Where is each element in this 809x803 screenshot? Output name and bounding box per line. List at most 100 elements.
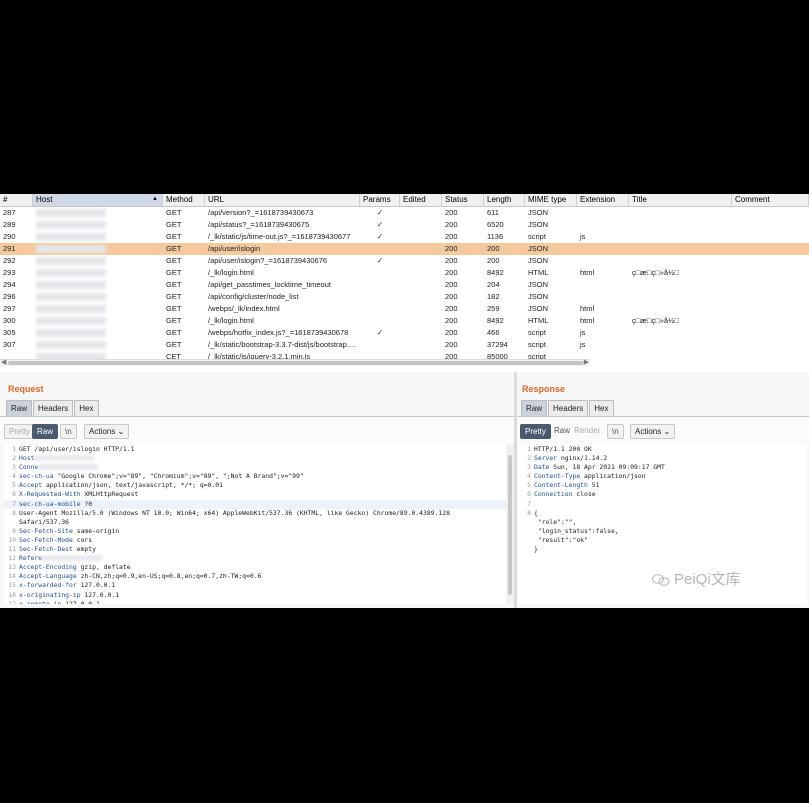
col-header-host[interactable]: Host ▲ [33,194,163,206]
table-row[interactable]: 292 GET/api/user/islogin?_=1618739430676 ✓… [0,255,809,267]
request-title: Request [8,384,44,394]
row-url: /_lk/login.html [208,316,254,325]
line-number: 7 [12,499,16,508]
row-length: 8492 [487,316,504,325]
pretty-button[interactable]: Pretty [4,424,35,439]
line-number: 2 [527,454,531,463]
row-mime-type: JSON [528,256,549,265]
row-length: 200 [487,244,500,253]
col-header-url[interactable]: URL [205,194,360,206]
editor-line: 5 Content-Length 51 [519,481,807,490]
row-host [33,231,163,243]
row-host [33,315,163,327]
actions-label: Actions [89,427,116,436]
col-header-params[interactable]: Params [360,194,400,206]
render-button[interactable]: Render [570,424,604,437]
request-scrollbar[interactable] [506,445,514,604]
table-row[interactable]: 291 GET/api/user/islogin 200 200 JSON [0,243,809,255]
col-header-comment[interactable]: Comment [732,194,809,206]
redacted-value [38,464,99,471]
table-row[interactable]: 290 GET /_lk/static/js/time-out.js?_=16187… [0,231,809,243]
editor-line: 16 x-originating-ip 127.0.0.1 [4,591,506,600]
row-status: 200 [445,220,458,229]
table-row[interactable]: 293 GET /_lk/login.html 200 8492 HTML html ç□æ□… [0,267,809,279]
row-method: GET [166,208,182,217]
header-value: application/json [580,472,646,481]
pretty-button[interactable]: Pretty [520,424,551,439]
redacted-host [36,281,106,289]
table-row[interactable]: 296 GET/api/config/cluster/node_list 200 18… [0,291,809,303]
col-header-title[interactable]: Title [629,194,732,206]
scroll-right-icon[interactable]: ▶ [584,359,589,366]
row-extension [577,279,629,291]
col-header-method[interactable]: Method [163,194,205,206]
row-params [360,303,400,315]
row-host [33,267,163,279]
col-header-length[interactable]: Length [484,194,525,206]
row-title [629,219,732,231]
col-header-mime-type[interactable]: MIME type [525,194,577,206]
row-extension [577,207,629,219]
table-row[interactable]: 294 GET/api/get_passtimes_locktime_timeou… [0,279,809,291]
row-status: 200 [445,232,458,241]
line-number: 14 [8,572,16,581]
row-extension [577,255,629,267]
tab-response-raw[interactable]: Raw [521,400,548,417]
editor-line: Safari/537.36 [4,518,506,527]
table-row[interactable]: 287 GET/api/version?_=1618739430673 ✓ 200 61… [0,207,809,219]
line-number: 4 [527,472,531,481]
tab-response-headers[interactable]: Headers [548,400,589,417]
redacted-value [34,455,95,462]
row-host [33,219,163,231]
actions-dropdown[interactable]: Actions ⌄ [84,424,130,439]
table-row[interactable]: 300 GET /_lk/login.html 200 8492 HTML html ç□æ□… [0,315,809,327]
tab-request-headers[interactable]: Headers [33,400,74,417]
row-extension [577,291,629,303]
table-row[interactable]: 289 GET/api/status?_=1618739430675 ✓ 200 652… [0,219,809,231]
actions-dropdown[interactable]: Actions ⌄ [630,424,676,439]
row-method: GET [166,292,182,301]
redacted-host [36,317,106,325]
newline-toggle-button[interactable]: \n [60,424,77,439]
row-title [629,207,732,219]
row-params: ✓ [376,220,384,229]
tab-response-hex[interactable]: Hex [589,400,614,417]
table-row[interactable]: 305 GET/webps/hotfix_index.js?_=161873943… [0,327,809,339]
tab-request-raw[interactable]: Raw [6,400,33,417]
row-host [33,207,163,219]
header-key: Server [534,454,558,463]
row-edited [400,267,442,279]
header-value: GET /api/user/islogin HTTP/1.1 [19,445,135,453]
table-row[interactable]: 307 GET /_lk/static/bootstrap-3.3.7-dist/j… [0,339,809,351]
request-toolbar: Pretty Raw \n Actions ⌄ [0,417,514,445]
scrollbar-thumb[interactable] [8,361,583,365]
line-number: 7 [527,499,531,508]
table-row[interactable]: 297 GET/webps/_lk/index.html 200 259 JSON htm… [0,303,809,315]
header-value: 51 [587,481,600,490]
row-number: 291 [3,244,16,253]
response-toolbar: Pretty Raw Render \n Actions ⌄ [517,417,809,445]
horizontal-scrollbar[interactable]: ◀ ▶ [0,359,590,366]
row-host [33,291,163,303]
line-number: 16 [8,590,16,599]
scroll-left-icon[interactable]: ◀ [1,359,6,366]
header-key: Sec-Fetch-Site [19,526,73,535]
col-header-status[interactable]: Status [442,194,484,206]
newline-toggle-button[interactable]: \n [607,424,624,439]
tab-request-hex[interactable]: Hex [74,400,99,417]
col-header-extension[interactable]: Extension [577,194,629,206]
header-key: sec-ch-ua-mobile [19,499,81,508]
editor-line: 17 x-remote-ip 127.0.0.1 [4,600,506,604]
request-editor[interactable]: 1 GET /api/user/islogin HTTP/1.1 2 Host 3 Con… [4,445,506,604]
col-header-number[interactable]: # [0,194,33,206]
row-extension [577,243,629,255]
row-url: /api/status?_=1618739430675 [208,220,310,229]
header-value: cors [72,535,93,544]
header-value: "login_status":false, [534,526,619,535]
scrollbar-thumb[interactable] [508,455,512,595]
header-value: 127.0.0.1 [80,590,120,599]
line-number: 13 [8,563,16,572]
col-header-edited[interactable]: Edited [400,194,442,206]
raw-button[interactable]: Raw [32,424,59,439]
row-edited [400,339,442,351]
